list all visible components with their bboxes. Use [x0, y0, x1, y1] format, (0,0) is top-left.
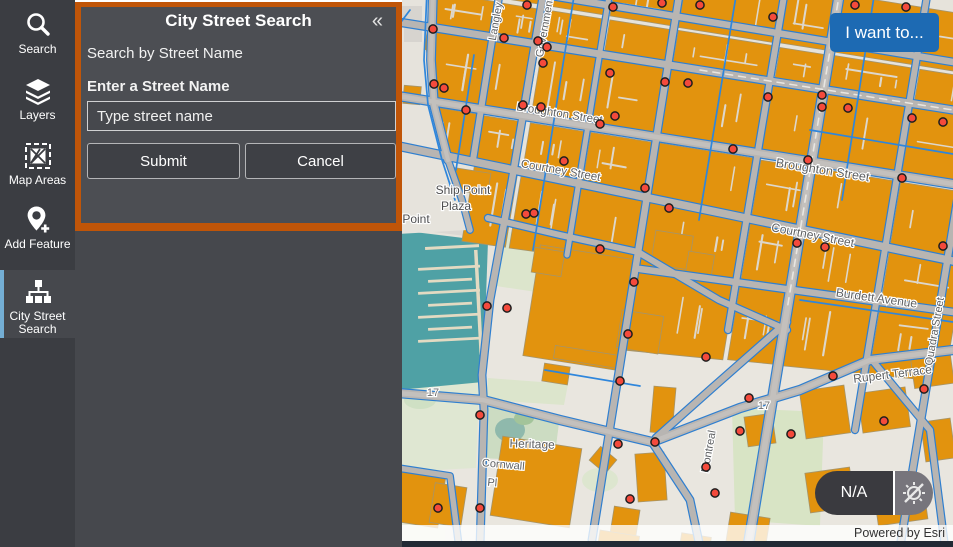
svg-text:Plaza: Plaza: [441, 199, 471, 213]
svg-text:Ship Point: Ship Point: [436, 183, 491, 197]
svg-text:17: 17: [758, 400, 770, 412]
svg-text:Point: Point: [402, 212, 430, 226]
svg-text:17: 17: [427, 387, 439, 399]
svg-text:Powered by Esri: Powered by Esri: [854, 526, 945, 540]
svg-text:Heritage: Heritage: [509, 436, 555, 452]
svg-text:Pl: Pl: [487, 477, 498, 490]
